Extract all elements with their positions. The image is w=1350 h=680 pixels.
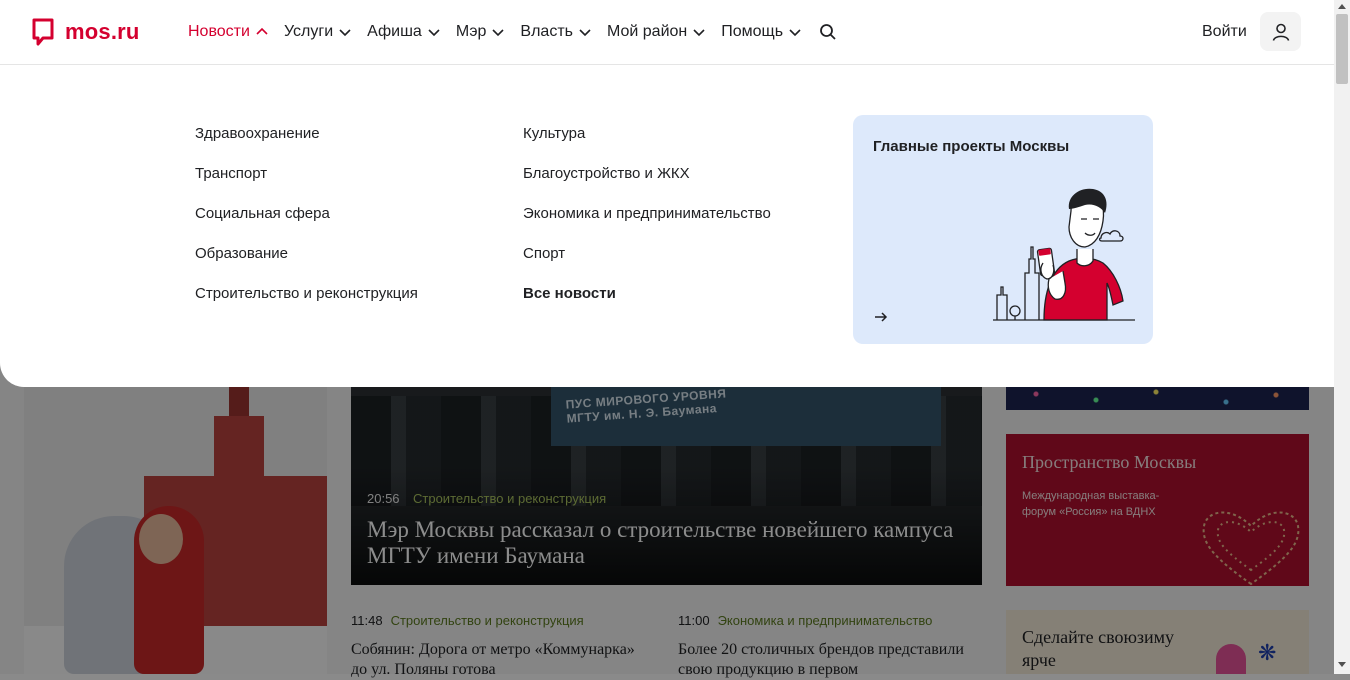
nav-government[interactable]: Власть (520, 23, 591, 41)
menu-item-education[interactable]: Образование (195, 245, 418, 285)
arrow-right-icon (875, 312, 888, 322)
menu-item-culture[interactable]: Культура (523, 125, 771, 165)
user-button[interactable] (1260, 12, 1301, 51)
nav-label: Мой район (606, 23, 688, 40)
nav-mayor[interactable]: Мэр (456, 23, 505, 41)
scrollbar-thumb[interactable] (1336, 14, 1348, 84)
nav-my-district[interactable]: Мой район (607, 23, 705, 41)
user-icon (1272, 23, 1289, 41)
man-with-phone-illustration (993, 188, 1135, 321)
menu-item-healthcare[interactable]: Здравоохранение (195, 125, 418, 165)
menu-column-2: Культура Благоустройство и ЖКХ Экономика… (523, 125, 771, 325)
chevron-down-icon (339, 29, 351, 37)
logo-link[interactable]: mos.ru (31, 17, 140, 47)
projects-title: Главные проекты Москвы (873, 138, 1070, 155)
search-icon[interactable] (819, 23, 837, 41)
nav-label: Помощь (721, 23, 784, 40)
chevron-down-icon (789, 29, 801, 37)
chevron-down-icon (492, 29, 504, 37)
menu-item-all-news[interactable]: Все новости (523, 285, 771, 325)
logo-icon (32, 18, 54, 46)
chevron-down-icon (428, 29, 440, 37)
nav-label: Новости (188, 23, 250, 40)
scroll-up-arrow-icon[interactable] (1338, 4, 1346, 9)
nav-services[interactable]: Услуги (284, 23, 351, 41)
login-link[interactable]: Войти (1202, 23, 1247, 41)
main-nav: Новости Услуги Афиша Мэр Власть Мой райо… (188, 0, 837, 64)
scroll-down-arrow-icon[interactable] (1338, 662, 1346, 667)
chevron-down-icon (693, 29, 705, 37)
scrollbar[interactable] (1334, 0, 1350, 674)
chevron-up-icon (256, 27, 268, 35)
nav-news[interactable]: Новости (188, 23, 268, 41)
main-projects-card[interactable]: Главные проекты Москвы (853, 115, 1153, 344)
site-header: mos.ru Новости Услуги Афиша Мэр Власть М… (0, 0, 1334, 65)
menu-item-housing[interactable]: Благоустройство и ЖКХ (523, 165, 771, 205)
menu-item-construction[interactable]: Строительство и реконструкция (195, 285, 418, 325)
nav-label: Афиша (367, 23, 422, 40)
menu-column-1: Здравоохранение Транспорт Социальная сфе… (195, 125, 418, 325)
nav-label: Мэр (455, 23, 487, 40)
nav-label: Власть (520, 23, 573, 40)
news-dropdown-menu: Здравоохранение Транспорт Социальная сфе… (0, 65, 1334, 387)
menu-item-economy[interactable]: Экономика и предпринимательство (523, 205, 771, 245)
nav-label: Услуги (283, 23, 334, 40)
menu-item-social[interactable]: Социальная сфера (195, 205, 418, 245)
menu-item-transport[interactable]: Транспорт (195, 165, 418, 205)
chevron-down-icon (579, 29, 591, 37)
nav-help[interactable]: Помощь (721, 23, 801, 41)
menu-item-sport[interactable]: Спорт (523, 245, 771, 285)
nav-afisha[interactable]: Афиша (367, 23, 440, 41)
logo-text: mos.ru (65, 19, 140, 44)
